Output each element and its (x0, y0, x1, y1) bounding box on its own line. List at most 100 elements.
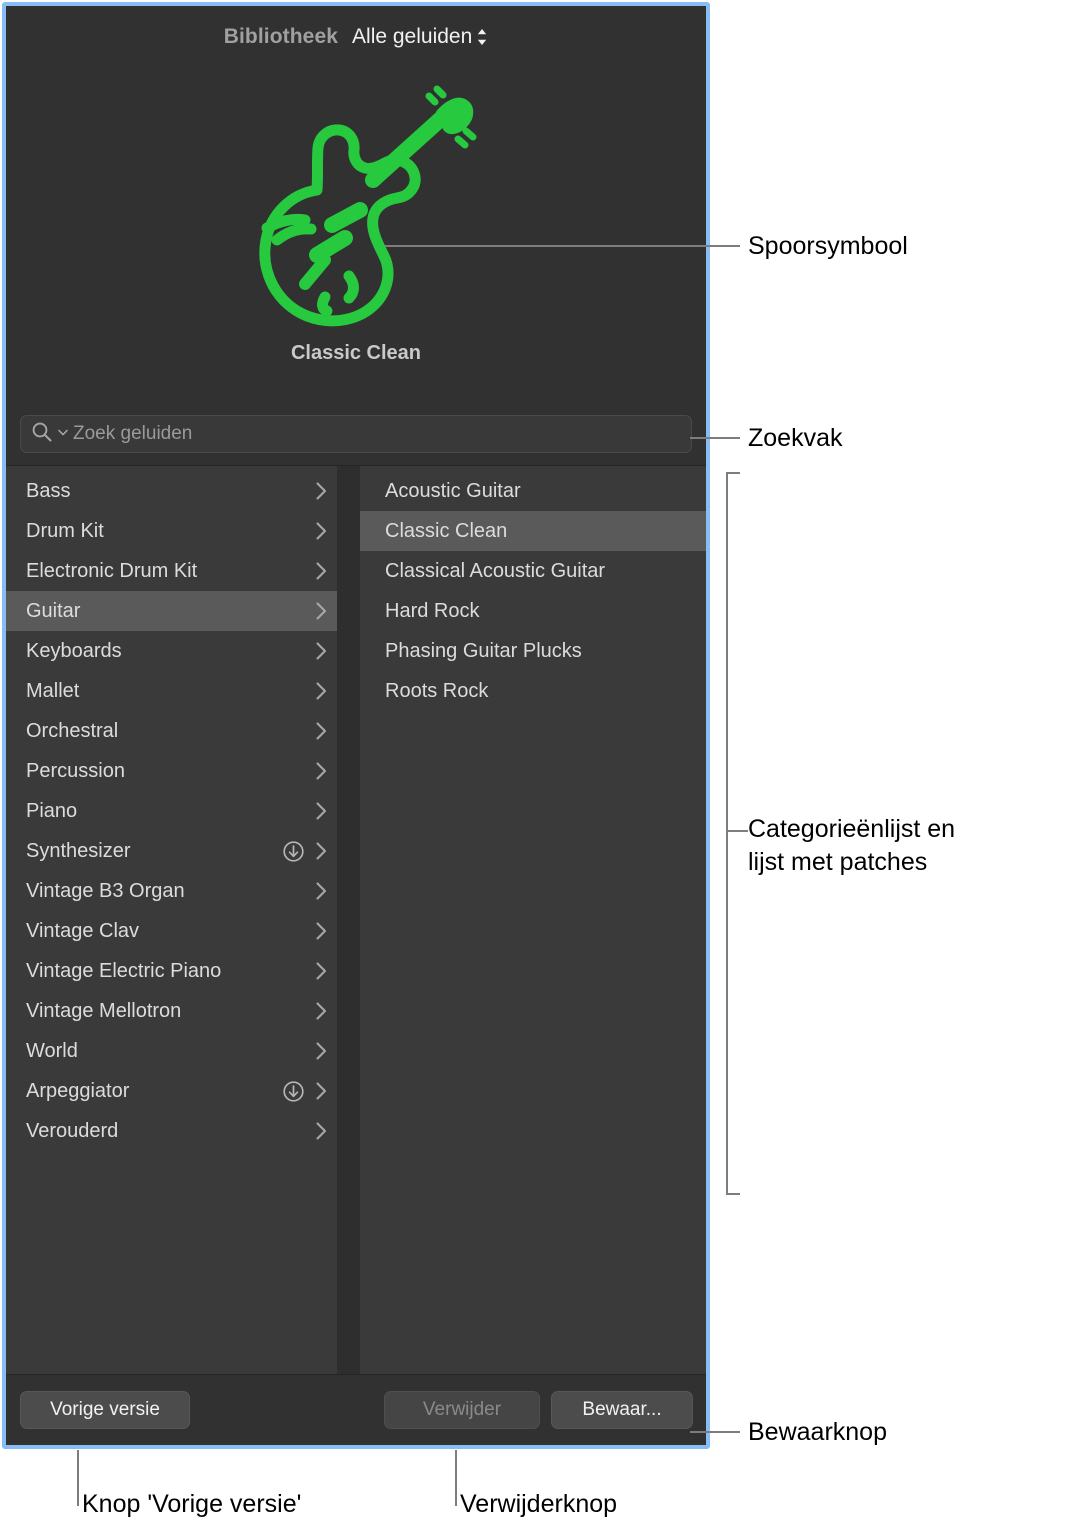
patch-label: Hard Rock (385, 599, 480, 622)
category-row[interactable]: Verouderd (6, 1111, 337, 1151)
library-header: Bibliotheek Alle geluiden (6, 6, 706, 68)
chevron-right-icon (313, 720, 329, 742)
category-row[interactable]: World (6, 1031, 337, 1071)
chevron-right-icon (313, 1000, 329, 1022)
library-panel: Bibliotheek Alle geluiden Classic Clean … (2, 2, 710, 1449)
category-label: Orchestral (26, 719, 119, 742)
callout-save-button: Bewaarknop (748, 1418, 887, 1446)
category-label: Vintage Mellotron (26, 999, 182, 1022)
patch-list[interactable]: Acoustic Guitar Classic Clean Classical Ac… (360, 466, 706, 1378)
category-row[interactable]: Vintage Mellotron (6, 991, 337, 1031)
category-label: World (26, 1039, 78, 1062)
callout-leader-delete-button (455, 1450, 457, 1506)
save-button[interactable]: Bewaar... (551, 1391, 693, 1429)
callout-search-box: Zoekvak (748, 424, 843, 452)
chevron-right-icon (313, 1080, 329, 1102)
chevron-right-icon (313, 560, 329, 582)
artwork-patch-name: Classic Clean (290, 342, 422, 364)
chevron-right-icon (313, 800, 329, 822)
category-label: Arpeggiator (26, 1079, 130, 1102)
chevron-right-icon (313, 680, 329, 702)
category-label: Vintage B3 Organ (26, 879, 185, 902)
callout-leader-previous-version-button (77, 1450, 79, 1506)
patch-label: Classic Clean (385, 519, 508, 542)
electric-guitar-icon (221, 80, 491, 338)
category-list[interactable]: Bass Drum Kit Electronic Drum Kit Guitar Key… (6, 466, 337, 1378)
category-label: Guitar (26, 599, 81, 622)
category-row[interactable]: Vintage Electric Piano (6, 951, 337, 991)
download-icon[interactable] (282, 840, 305, 863)
category-label: Electronic Drum Kit (26, 559, 198, 582)
callout-leader-search-box (690, 437, 740, 439)
category-label: Drum Kit (26, 519, 104, 542)
chevron-up-down-icon (476, 27, 488, 47)
chevron-right-icon (313, 640, 329, 662)
library-title: Bibliotheek (223, 25, 339, 48)
search-icon (31, 421, 53, 448)
search-zone: Zoek geluiden (6, 403, 706, 465)
patch-label: Classical Acoustic Guitar (385, 559, 606, 582)
patch-artwork-area: Classic Clean (6, 68, 706, 403)
callout-delete-button: Verwijderknop (460, 1490, 618, 1518)
category-row[interactable]: Synthesizer (6, 831, 337, 871)
patch-row[interactable]: Roots Rock (360, 671, 706, 711)
download-icon[interactable] (282, 1080, 305, 1103)
category-label: Percussion (26, 759, 125, 782)
category-row[interactable]: Arpeggiator (6, 1071, 337, 1111)
category-row[interactable]: Piano (6, 791, 337, 831)
category-row[interactable]: Bass (6, 471, 337, 511)
sound-set-popup-button[interactable]: Alle geluiden (352, 25, 488, 49)
patch-row[interactable]: Hard Rock (360, 591, 706, 631)
previous-version-button[interactable]: Vorige versie (20, 1391, 190, 1429)
library-footer: Vorige versie Verwijder Bewaar... (6, 1374, 706, 1445)
chevron-right-icon (313, 880, 329, 902)
patch-row[interactable]: Phasing Guitar Plucks (360, 631, 706, 671)
search-placeholder: Zoek geluiden (73, 423, 193, 444)
chevron-right-icon (313, 1120, 329, 1142)
delete-button[interactable]: Verwijder (384, 1391, 540, 1429)
category-label: Vintage Clav (26, 919, 140, 942)
chevron-right-icon (313, 840, 329, 862)
callout-leader-category-patch-list (726, 830, 748, 832)
category-row[interactable]: Orchestral (6, 711, 337, 751)
callout-track-symbol: Spoorsymbool (748, 232, 908, 260)
column-divider (337, 466, 360, 1378)
chevron-right-icon (313, 1040, 329, 1062)
category-row[interactable]: Keyboards (6, 631, 337, 671)
library-browser: Bass Drum Kit Electronic Drum Kit Guitar Key… (6, 465, 706, 1378)
category-label: Verouderd (26, 1119, 119, 1142)
chevron-right-icon (313, 520, 329, 542)
callout-previous-version-button: Knop 'Vorige versie' (82, 1490, 302, 1518)
sound-set-popup-value: Alle geluiden (352, 25, 473, 48)
callout-bracket-category-patch-list (726, 472, 740, 1195)
chevron-right-icon (313, 480, 329, 502)
category-label: Synthesizer (26, 839, 131, 862)
patch-row[interactable]: Classical Acoustic Guitar (360, 551, 706, 591)
callout-category-and-patch-list: Categorieënlijst en lijst met patches (748, 815, 956, 876)
patch-row[interactable]: Acoustic Guitar (360, 471, 706, 511)
category-label: Vintage Electric Piano (26, 959, 222, 982)
category-row[interactable]: Vintage B3 Organ (6, 871, 337, 911)
category-row[interactable]: Percussion (6, 751, 337, 791)
category-label: Keyboards (26, 639, 122, 662)
category-label: Mallet (26, 679, 80, 702)
chevron-down-icon[interactable] (56, 425, 70, 444)
category-label: Piano (26, 799, 78, 822)
chevron-right-icon (313, 760, 329, 782)
patch-row[interactable]: Classic Clean (360, 511, 706, 551)
category-row[interactable]: Drum Kit (6, 511, 337, 551)
category-row[interactable]: Electronic Drum Kit (6, 551, 337, 591)
patch-label: Phasing Guitar Plucks (385, 639, 582, 662)
chevron-right-icon (313, 920, 329, 942)
category-row[interactable]: Vintage Clav (6, 911, 337, 951)
callout-leader-save-button (690, 1431, 740, 1433)
category-label: Bass (26, 479, 71, 502)
category-row[interactable]: Mallet (6, 671, 337, 711)
patch-label: Acoustic Guitar (385, 479, 521, 502)
search-input[interactable]: Zoek geluiden (20, 415, 692, 453)
screenshot-root: Bibliotheek Alle geluiden Classic Clean … (0, 0, 1077, 1530)
category-row[interactable]: Guitar (6, 591, 337, 631)
patch-label: Roots Rock (385, 679, 489, 702)
chevron-right-icon (313, 960, 329, 982)
chevron-right-icon (313, 600, 329, 622)
